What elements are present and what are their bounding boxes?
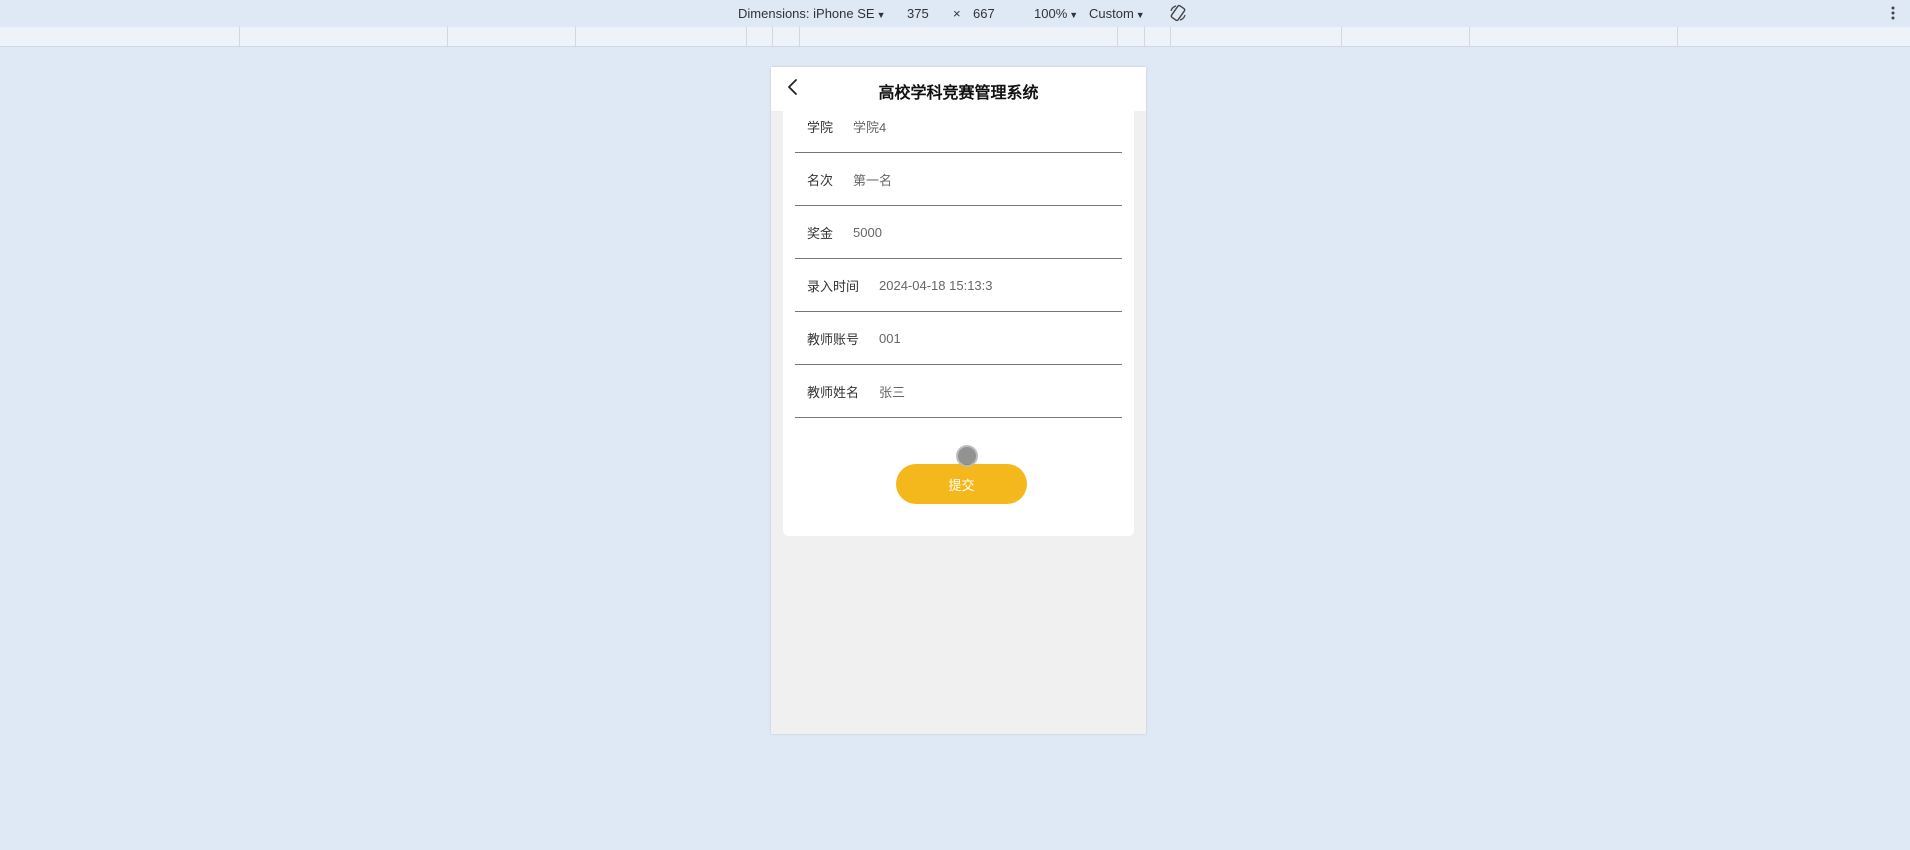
zoom-selector[interactable]: 100% ▼	[1034, 6, 1078, 21]
app-header: 高校学科竞赛管理系统	[771, 67, 1146, 111]
ruler-tick	[1677, 27, 1678, 47]
devtools-device-toolbar: Dimensions: iPhone SE ▼ 375 × 667 100% ▼ C…	[0, 0, 1910, 27]
device-label: Dimensions: iPhone SE	[738, 6, 875, 21]
more-vertical-icon[interactable]	[1890, 3, 1896, 23]
dimension-separator: ×	[953, 6, 961, 21]
ruler-tick	[1144, 27, 1145, 47]
form-label: 教师账号	[807, 332, 860, 348]
media-query-ruler[interactable]	[0, 27, 1910, 47]
caret-down-icon: ▼	[876, 10, 886, 20]
ruler-tick	[447, 27, 448, 47]
caret-down-icon: ▼	[1135, 10, 1145, 20]
rotate-icon[interactable]	[1168, 3, 1188, 23]
form-label: 录入时间	[807, 279, 860, 295]
phone-viewport: 姓名 学院 名次 奖金 录入时间 教师账号 教师姓名 提交	[771, 67, 1146, 734]
college-field[interactable]	[853, 118, 1054, 134]
touch-cursor-indicator	[956, 445, 978, 467]
form-label: 教师姓名	[807, 385, 860, 401]
page-title: 高校学科竞赛管理系统	[878, 83, 1039, 102]
rank-field[interactable]	[853, 171, 1054, 187]
ruler-tick	[746, 27, 747, 47]
ruler-tick	[1117, 27, 1118, 47]
ruler-tick	[1341, 27, 1342, 47]
form-row-teacher-name: 教师姓名	[795, 365, 1122, 418]
form-row-bonus: 奖金	[795, 206, 1122, 259]
ruler-tick	[1469, 27, 1470, 47]
form-label: 名次	[807, 173, 834, 189]
width-input[interactable]: 375	[907, 6, 929, 21]
teacher-name-field[interactable]	[879, 383, 1080, 399]
ruler-tick	[1170, 27, 1171, 47]
ruler-tick	[239, 27, 240, 47]
zoom-label: 100%	[1034, 6, 1068, 21]
form-card: 姓名 学院 名次 奖金 录入时间 教师账号 教师姓名 提交	[783, 67, 1134, 536]
throttle-selector[interactable]: Custom ▼	[1089, 6, 1145, 21]
device-selector[interactable]: Dimensions: iPhone SE ▼	[738, 6, 886, 21]
ruler-tick	[799, 27, 800, 47]
form-label: 学院	[807, 120, 834, 136]
bonus-field[interactable]	[853, 224, 1054, 240]
form-row-teacher-account: 教师账号	[795, 312, 1122, 365]
ruler-tick	[772, 27, 773, 47]
form-row-rank: 名次	[795, 153, 1122, 206]
caret-down-icon: ▼	[1069, 10, 1079, 20]
ruler-tick	[575, 27, 576, 47]
form-label: 奖金	[807, 226, 834, 242]
submit-button[interactable]: 提交	[896, 464, 1027, 504]
form-row-entry-time: 录入时间	[795, 259, 1122, 312]
throttle-label: Custom	[1089, 6, 1134, 21]
entry-time-field[interactable]	[879, 277, 1080, 293]
height-input[interactable]: 667	[973, 6, 995, 21]
teacher-account-field[interactable]	[879, 330, 1080, 346]
